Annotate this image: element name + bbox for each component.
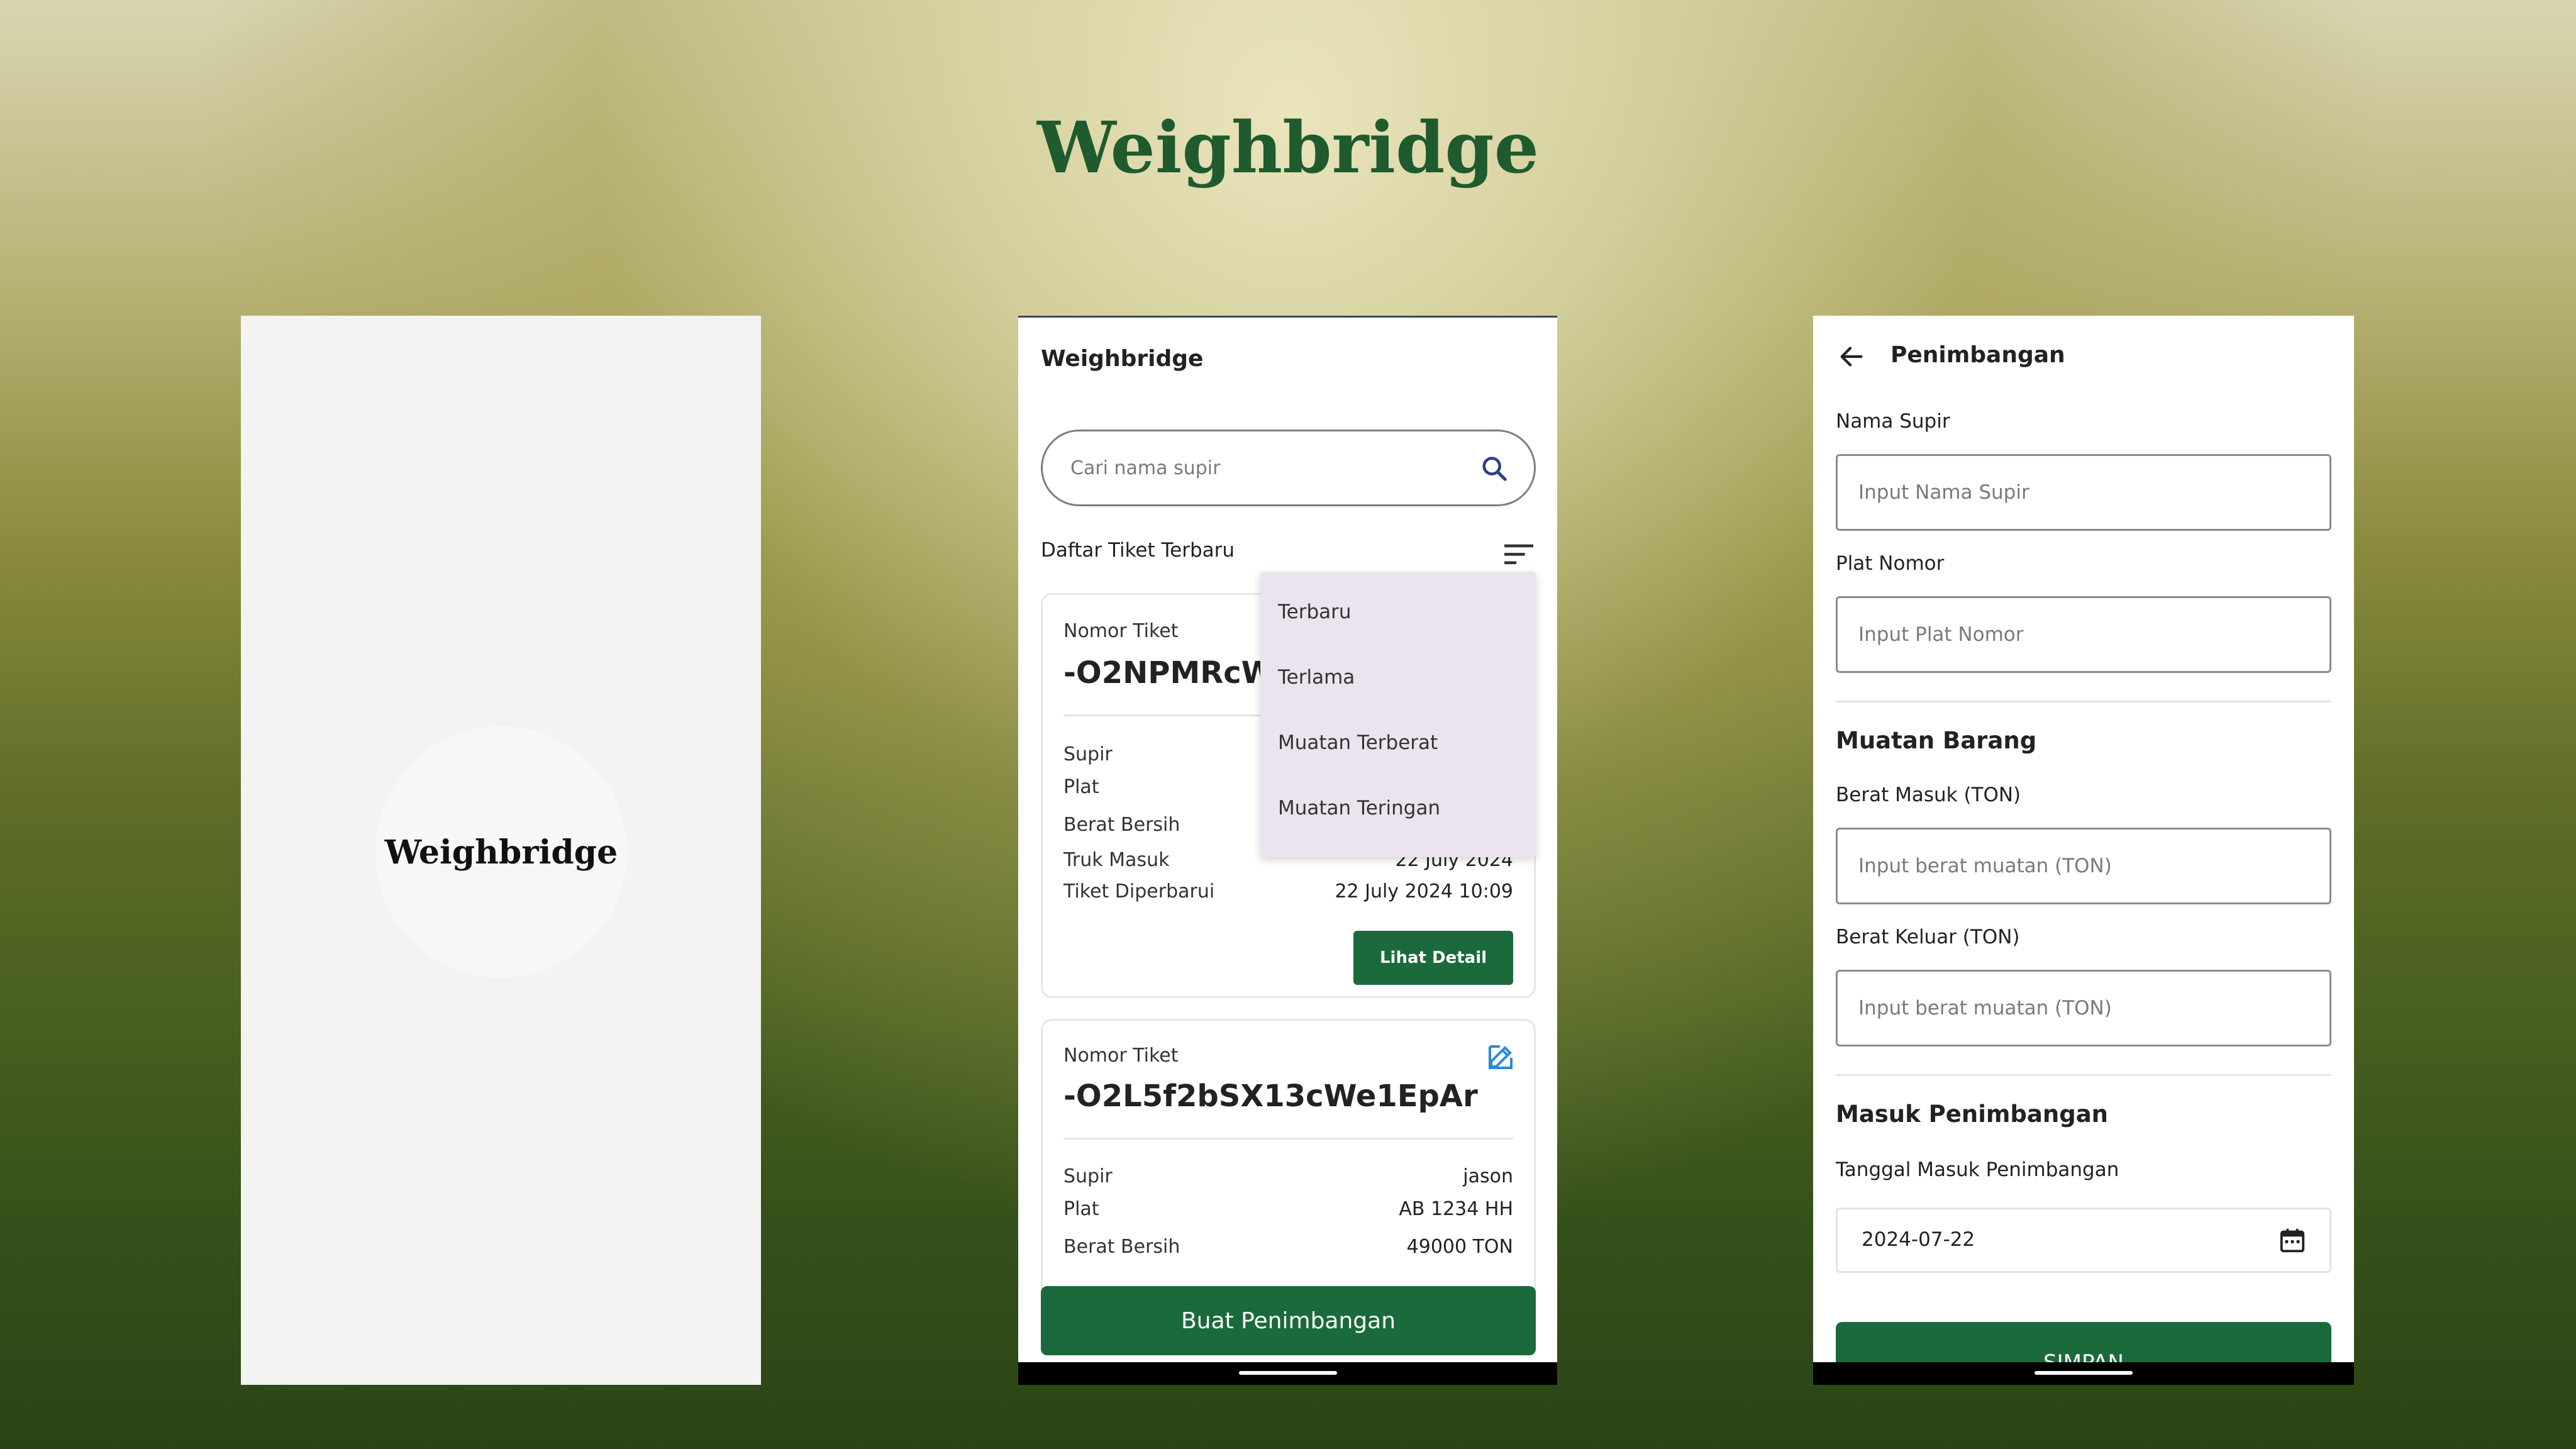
calendar-icon[interactable] — [2278, 1226, 2307, 1255]
row-value: AB 1234 HH — [1399, 1198, 1513, 1220]
search-bar[interactable] — [1041, 430, 1536, 506]
sort-icon[interactable] — [1504, 543, 1533, 565]
row-label: Tiket Diperbarui — [1063, 880, 1215, 902]
system-nav-bar — [1018, 1362, 1557, 1385]
row-label: Plat — [1063, 1198, 1099, 1220]
driver-name-label: Nama Supir — [1836, 410, 1950, 433]
entry-date-field[interactable]: 2024-07-22 — [1836, 1208, 2331, 1273]
row-label: Berat Bersih — [1063, 814, 1180, 836]
splash-screen: Weighbridge — [241, 316, 761, 1385]
app-title: Weighbridge — [1041, 346, 1204, 372]
ticket-list-screen: Weighbridge Daftar Tiket Terbaru Nomor T… — [1018, 316, 1557, 1385]
weight-in-label: Berat Masuk (TON) — [1836, 784, 2021, 806]
cargo-section-title: Muatan Barang — [1836, 727, 2037, 754]
home-indicator[interactable] — [2035, 1371, 2133, 1375]
divider — [1063, 1138, 1513, 1140]
row-value: jason — [1463, 1165, 1513, 1187]
section-title: Daftar Tiket Terbaru — [1041, 539, 1235, 562]
splash-logo-text: Weighbridge — [384, 833, 618, 872]
edit-icon[interactable] — [1486, 1041, 1516, 1072]
row-label: Supir — [1063, 743, 1113, 765]
search-icon[interactable] — [1480, 454, 1509, 483]
weighing-form-screen: Penimbangan Nama Supir Plat Nomor Muatan… — [1813, 316, 2354, 1385]
home-indicator[interactable] — [1238, 1371, 1337, 1375]
weight-in-input[interactable] — [1836, 828, 2331, 904]
divider — [1836, 701, 2331, 702]
search-input[interactable] — [1070, 431, 1448, 504]
ticket-number: -O2NPMRcWl — [1063, 655, 1285, 691]
entry-section-title: Masuk Penimbangan — [1836, 1101, 2109, 1128]
row-value: 22 July 2024 10:09 — [1335, 880, 1513, 902]
ticket-number-label: Nomor Tiket — [1063, 620, 1179, 642]
row-label: Truk Masuk — [1063, 849, 1170, 871]
system-nav-bar — [1813, 1362, 2354, 1385]
row-label: Supir — [1063, 1165, 1113, 1187]
ticket-number-label: Nomor Tiket — [1063, 1045, 1179, 1067]
weight-out-input[interactable] — [1836, 970, 2331, 1046]
entry-date-value: 2024-07-22 — [1862, 1228, 1975, 1251]
ticket-number: -O2L5f2bSX13cWe1EpAr — [1063, 1079, 1478, 1114]
row-label: Plat — [1063, 776, 1099, 798]
plate-number-input[interactable] — [1836, 596, 2331, 673]
plate-number-label: Plat Nomor — [1836, 552, 1945, 575]
row-value: 49000 TON — [1406, 1236, 1513, 1258]
view-detail-button[interactable]: Lihat Detail — [1353, 931, 1513, 985]
row-label: Berat Bersih — [1063, 1236, 1180, 1258]
splash-logo: Weighbridge — [375, 726, 627, 978]
sort-option-newest[interactable]: Terbaru — [1278, 601, 1352, 623]
sort-option-heaviest[interactable]: Muatan Terberat — [1278, 731, 1438, 754]
hero-title: Weighbridge — [1037, 107, 1539, 189]
weight-out-label: Berat Keluar (TON) — [1836, 926, 2020, 948]
divider — [1836, 1074, 2331, 1076]
ticket-card: Nomor Tiket -O2L5f2bSX13cWe1EpAr Supir j… — [1041, 1019, 1536, 1321]
sort-option-lightest[interactable]: Muatan Teringan — [1278, 797, 1440, 819]
screen-title: Penimbangan — [1890, 342, 2065, 368]
create-weighing-button[interactable]: Buat Penimbangan — [1041, 1286, 1536, 1355]
entry-date-label: Tanggal Masuk Penimbangan — [1836, 1158, 2119, 1181]
sort-option-oldest[interactable]: Terlama — [1278, 666, 1355, 689]
sort-menu: Terbaru Terlama Muatan Terberat Muatan T… — [1260, 572, 1536, 857]
back-arrow-icon[interactable] — [1837, 342, 1866, 371]
driver-name-input[interactable] — [1836, 454, 2331, 531]
